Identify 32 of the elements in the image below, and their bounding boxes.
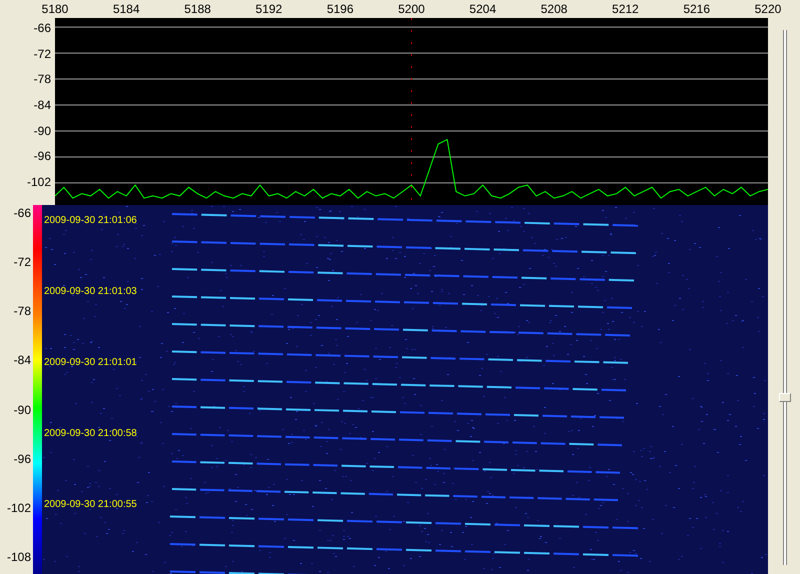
level-label: -102 — [26, 174, 51, 189]
scale-label: -84 — [14, 353, 31, 368]
scale-label: -90 — [14, 402, 31, 417]
timestamp-label: 2009-09-30 21:00:58 — [44, 428, 137, 439]
level-label: -66 — [34, 21, 51, 35]
level-label: -90 — [34, 124, 51, 138]
frequency-label: 5192 — [254, 1, 284, 18]
scale-label: -78 — [14, 304, 31, 318]
timestamp-label: 2009-09-30 21:01:06 — [44, 215, 137, 226]
scale-label: -102 — [6, 500, 31, 515]
timestamp-label: 2009-09-30 21:01:03 — [44, 286, 137, 297]
level-label: -72 — [34, 46, 51, 61]
frequency-label: 5180 — [40, 1, 70, 18]
frequency-label: 5204 — [468, 1, 498, 18]
scale-label: -66 — [14, 206, 31, 220]
level-label: -84 — [34, 98, 51, 112]
timestamp-label: 2009-09-30 21:01:01 — [44, 357, 137, 368]
level-label: -96 — [34, 149, 51, 164]
frequency-label: 5216 — [682, 1, 712, 18]
frequency-label: 5212 — [611, 1, 640, 18]
frequency-label: 5196 — [326, 1, 355, 18]
frequency-label: 5200 — [397, 1, 426, 18]
scale-label: -96 — [14, 452, 31, 466]
frequency-label: 5188 — [183, 1, 212, 18]
timestamp-label: 2009-09-30 21:00:55 — [44, 499, 137, 510]
slider-thumb[interactable] — [779, 392, 791, 402]
scale-label: -72 — [14, 255, 31, 270]
scale-label: -108 — [6, 550, 31, 564]
frequency-label: 5220 — [754, 1, 782, 18]
level-label: -78 — [34, 72, 51, 86]
frequency-label: 5184 — [112, 1, 141, 18]
frequency-label: 5208 — [540, 1, 568, 18]
